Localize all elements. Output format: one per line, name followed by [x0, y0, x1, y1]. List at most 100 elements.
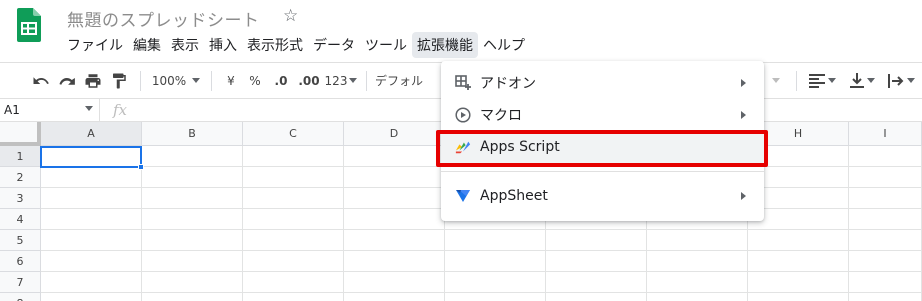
grid-cell[interactable]: [344, 167, 445, 188]
row-header-6[interactable]: 6: [0, 251, 41, 272]
grid-cell[interactable]: [142, 230, 243, 251]
grid-cell[interactable]: [243, 188, 344, 209]
row-header-5[interactable]: 5: [0, 230, 41, 251]
grid-cell[interactable]: [445, 230, 546, 251]
increase-decimal-button[interactable]: .00: [294, 69, 324, 93]
grid-cell[interactable]: [142, 251, 243, 272]
row-header-1[interactable]: 1: [0, 146, 41, 167]
menu-file[interactable]: ファイル: [62, 32, 128, 58]
grid-cell[interactable]: [142, 209, 243, 230]
number-format-button[interactable]: 123: [324, 69, 348, 93]
row-header-7[interactable]: 7: [0, 272, 41, 293]
currency-button[interactable]: ¥: [220, 69, 242, 93]
menu-data[interactable]: データ: [308, 32, 360, 58]
grid-cell[interactable]: [344, 272, 445, 293]
zoom-select[interactable]: 100%: [149, 69, 189, 93]
grid-cell[interactable]: [849, 251, 922, 272]
horizontal-align-icon[interactable]: [808, 69, 836, 93]
grid-cell[interactable]: [243, 230, 344, 251]
grid-cell[interactable]: [243, 251, 344, 272]
column-header-i[interactable]: I: [849, 122, 922, 146]
column-header-c[interactable]: C: [243, 122, 344, 146]
grid-cell[interactable]: [748, 272, 849, 293]
percent-button[interactable]: %: [242, 69, 268, 93]
grid-cell[interactable]: [243, 146, 344, 167]
grid-cell[interactable]: [546, 293, 647, 301]
grid-cell[interactable]: [344, 293, 445, 301]
grid-cell[interactable]: [748, 230, 849, 251]
grid-cell[interactable]: [344, 188, 445, 209]
grid-cell[interactable]: [243, 293, 344, 301]
paint-format-icon[interactable]: [106, 69, 132, 93]
grid-cell[interactable]: [748, 251, 849, 272]
grid-cell[interactable]: [647, 272, 748, 293]
menu-tools[interactable]: ツール: [360, 32, 412, 58]
grid-cell[interactable]: [546, 230, 647, 251]
grid-cell[interactable]: [445, 293, 546, 301]
grid-cell[interactable]: [344, 209, 445, 230]
grid-cell[interactable]: [849, 167, 922, 188]
fill-handle[interactable]: [138, 164, 144, 170]
grid-cell[interactable]: [849, 272, 922, 293]
print-icon[interactable]: [80, 69, 106, 93]
google-sheets-logo-icon[interactable]: [17, 8, 41, 42]
grid-cell[interactable]: [849, 146, 922, 167]
menu-item-appsheet[interactable]: AppSheet: [441, 180, 764, 212]
grid-cell[interactable]: [849, 209, 922, 230]
grid-cell[interactable]: [243, 209, 344, 230]
grid-cell[interactable]: [41, 167, 142, 188]
menu-view[interactable]: 表示: [166, 32, 204, 58]
grid-cell[interactable]: [344, 251, 445, 272]
grid-cell[interactable]: [41, 293, 142, 301]
grid-cell[interactable]: [647, 251, 748, 272]
grid-cell[interactable]: [344, 230, 445, 251]
grid-cell[interactable]: [41, 230, 142, 251]
grid-cell[interactable]: [445, 251, 546, 272]
zoom-caret-icon[interactable]: [189, 69, 203, 93]
menu-item-macros[interactable]: マクロ: [441, 99, 764, 131]
grid-cell[interactable]: [546, 272, 647, 293]
menu-edit[interactable]: 編集: [128, 32, 166, 58]
grid-cell[interactable]: [748, 293, 849, 301]
selected-cell-a1[interactable]: [40, 146, 142, 168]
star-outline-icon[interactable]: ☆: [283, 6, 298, 26]
row-header-3[interactable]: 3: [0, 188, 41, 209]
grid-cell[interactable]: [41, 251, 142, 272]
row-header-2[interactable]: 2: [0, 167, 41, 188]
grid-cell[interactable]: [849, 230, 922, 251]
menu-format[interactable]: 表示形式: [242, 32, 308, 58]
grid-cell[interactable]: [142, 272, 243, 293]
grid-cell[interactable]: [344, 146, 445, 167]
borders-caret-icon[interactable]: [765, 69, 787, 93]
decrease-decimal-button[interactable]: .0: [268, 69, 294, 93]
column-header-a[interactable]: A: [41, 122, 142, 146]
name-box[interactable]: A1: [0, 99, 100, 121]
grid-cell[interactable]: [243, 272, 344, 293]
grid-cell[interactable]: [445, 272, 546, 293]
grid-cell[interactable]: [647, 293, 748, 301]
grid-cell[interactable]: [41, 209, 142, 230]
grid-cell[interactable]: [647, 230, 748, 251]
select-all-corner[interactable]: [0, 122, 41, 146]
grid-cell[interactable]: [41, 188, 142, 209]
menu-insert[interactable]: 挿入: [204, 32, 242, 58]
grid-cell[interactable]: [142, 188, 243, 209]
font-select[interactable]: デフォル: [375, 69, 425, 93]
menu-extensions[interactable]: 拡張機能: [412, 32, 478, 58]
grid-cell[interactable]: [849, 293, 922, 301]
document-title[interactable]: 無題のスプレッドシート: [67, 6, 260, 31]
menu-item-addons[interactable]: アドオン: [441, 67, 764, 99]
name-box-caret-icon[interactable]: [85, 106, 93, 111]
undo-icon[interactable]: [28, 69, 54, 93]
grid-cell[interactable]: [546, 251, 647, 272]
grid-cell[interactable]: [243, 167, 344, 188]
number-format-caret-icon[interactable]: [348, 69, 358, 93]
redo-icon[interactable]: [54, 69, 80, 93]
vertical-align-icon[interactable]: [848, 69, 876, 93]
row-header-8[interactable]: 8: [0, 293, 41, 301]
grid-cell[interactable]: [142, 293, 243, 301]
column-header-d[interactable]: D: [344, 122, 445, 146]
row-header-4[interactable]: 4: [0, 209, 41, 230]
grid-cell[interactable]: [142, 167, 243, 188]
grid-cell[interactable]: [41, 272, 142, 293]
